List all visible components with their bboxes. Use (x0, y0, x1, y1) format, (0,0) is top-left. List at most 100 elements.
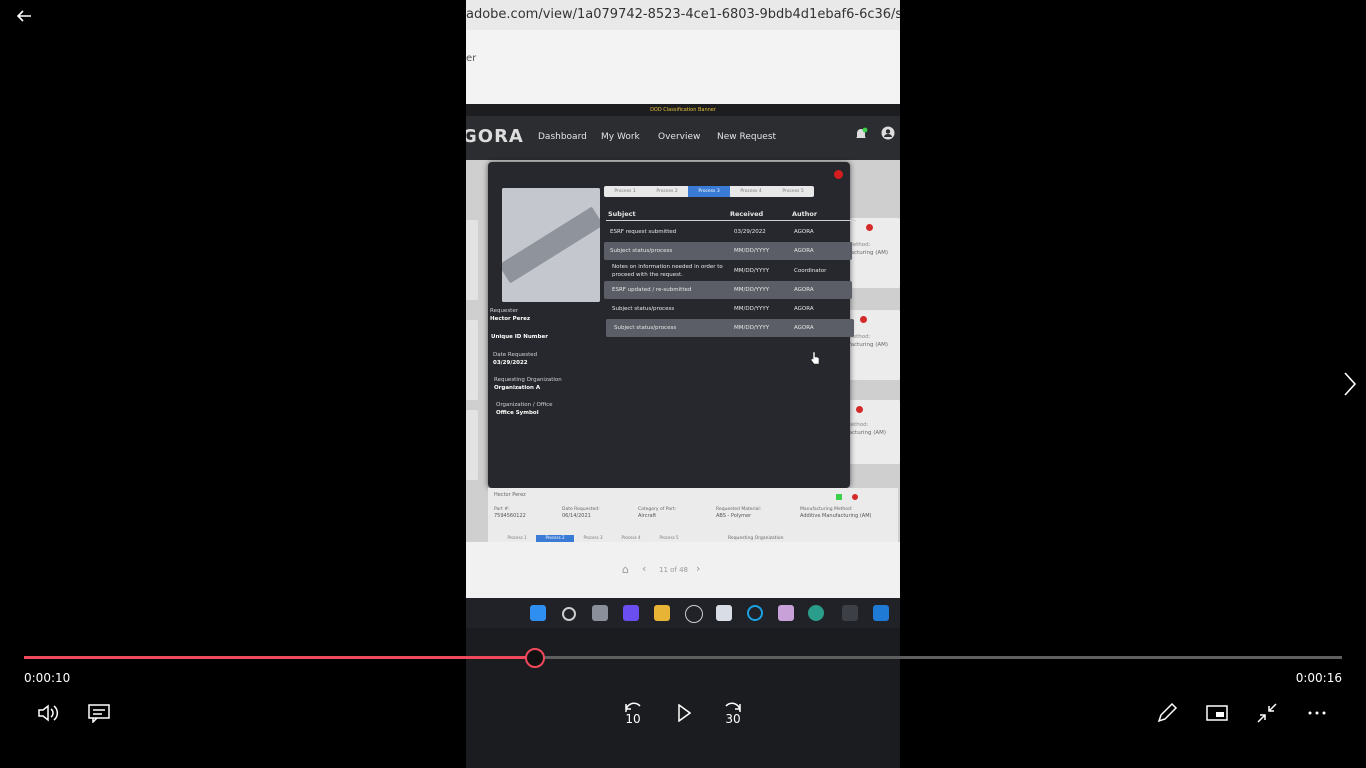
nav-overview[interactable]: Overview (658, 132, 700, 142)
card-field-value: Additive Manufacturing (AM) (800, 513, 872, 519)
status-icon (836, 494, 842, 500)
chat-icon[interactable] (623, 605, 639, 621)
tab-process-5[interactable]: Process 5 (772, 186, 814, 197)
side-card-left (466, 220, 478, 300)
card-field-label: Manufacturing Method: (800, 507, 853, 512)
row-subject: ESRF updated / re-submitted (612, 287, 692, 293)
page-header-area: er (466, 30, 900, 104)
meta-label: Organization / Office (496, 402, 553, 408)
app-nav-bar: GORA Dashboard My Work Overview New Requ… (466, 116, 900, 160)
table-row[interactable]: ESRF request submitted 03/29/2022 AGORA (604, 223, 852, 241)
card-requester: Hector Perez (494, 492, 526, 498)
meta-value: Hector Perez (490, 316, 531, 322)
rewind-label: 10 (625, 712, 641, 726)
side-card-left (466, 320, 478, 400)
header-received: Received (730, 210, 764, 218)
play-icon (678, 704, 691, 722)
tab-process-4[interactable]: Process 4 (730, 186, 772, 197)
next-page-icon[interactable]: › (696, 562, 700, 575)
row-author: AGORA (794, 325, 814, 331)
card-field-label: Requested Material: (716, 507, 762, 512)
pen-button[interactable] (1154, 700, 1180, 726)
edge-icon[interactable] (808, 605, 824, 621)
card-field-label: Category of Part: (638, 507, 677, 512)
side-card: Method: Facturing (AM) (842, 400, 900, 464)
forward-button[interactable]: 30 (720, 698, 746, 728)
card-tab[interactable]: Process 5 (650, 535, 688, 542)
table-row[interactable]: Notes on information needed in order to … (604, 261, 852, 281)
forward-label: 30 (725, 712, 741, 726)
app-icon[interactable] (778, 605, 794, 621)
delete-icon[interactable] (866, 224, 873, 231)
meta-label: Requesting Organization (494, 377, 562, 383)
tab-process-2[interactable]: Process 2 (646, 186, 688, 197)
play-button[interactable] (672, 700, 696, 726)
table-row[interactable]: Subject status/process MM/DD/YYYY AGORA (606, 319, 854, 337)
tab-process-1[interactable]: Process 1 (604, 186, 646, 197)
card-field-value: Aircraft (638, 513, 657, 519)
row-subject: Subject status/process (614, 325, 677, 331)
row-received: MM/DD/YYYY (734, 268, 770, 274)
store-icon[interactable] (716, 605, 732, 621)
search-icon[interactable] (562, 607, 576, 621)
captions-button[interactable] (86, 700, 112, 726)
nav-new-request[interactable]: New Request (717, 132, 776, 142)
chevron-right-icon (1344, 372, 1357, 396)
row-author: AGORA (794, 306, 814, 312)
card-field-value: 06/14/2021 (562, 513, 591, 519)
table-row[interactable]: ESRF updated / re-submitted MM/DD/YYYY A… (604, 281, 852, 299)
rewind-button[interactable]: 10 (620, 698, 646, 728)
card-tab[interactable]: Process 3 (574, 535, 612, 542)
bell-icon[interactable] (854, 126, 868, 140)
process-tabs: Process 1 Process 2 Process 3 Process 4 … (604, 186, 814, 197)
task-view-icon[interactable] (592, 605, 608, 621)
meta-label: Requester (490, 308, 518, 314)
next-video-button[interactable] (1338, 368, 1362, 400)
delete-icon[interactable] (852, 494, 858, 500)
browser-url-bar: adobe.com/view/1a079742-8523-4ce1-6803-9… (466, 0, 900, 30)
home-icon[interactable]: ⌂ (622, 563, 629, 576)
url-text: adobe.com/view/1a079742-8523-4ce1-6803-9… (466, 7, 900, 22)
card-tab[interactable]: Process 1 (498, 535, 536, 542)
row-subject: Notes on information needed in order to … (612, 264, 723, 278)
alexa-icon[interactable] (747, 605, 763, 621)
terminal-icon[interactable] (842, 605, 858, 621)
file-explorer-icon[interactable] (654, 605, 670, 621)
row-subject: Subject status/process (612, 306, 675, 312)
volume-button[interactable] (36, 700, 62, 726)
table-row[interactable]: Subject status/process MM/DD/YYYY AGORA (604, 242, 852, 260)
card-tab[interactable]: Process 2 (536, 535, 574, 542)
row-received: MM/DD/YYYY (734, 287, 770, 293)
user-avatar-icon[interactable] (881, 125, 895, 140)
nav-dashboard[interactable]: Dashboard (538, 132, 587, 142)
row-received: MM/DD/YYYY (734, 306, 770, 312)
meta-label: Date Requested (493, 352, 538, 358)
close-modal-button[interactable] (834, 170, 843, 179)
nav-my-work[interactable]: My Work (601, 132, 640, 142)
back-button[interactable] (12, 4, 36, 28)
page-fragment-text: er (466, 53, 477, 64)
dell-icon[interactable] (685, 605, 703, 623)
card-field-label: Part #: (494, 507, 510, 512)
exit-fullscreen-icon (1257, 703, 1277, 723)
more-button[interactable] (1304, 700, 1330, 726)
brand-logo: GORA (466, 126, 524, 147)
seek-thumb[interactable] (525, 648, 545, 668)
pen-icon (1157, 702, 1178, 723)
row-author: AGORA (794, 287, 814, 293)
current-time: 0:00:10 (24, 671, 71, 685)
delete-icon[interactable] (860, 316, 867, 323)
table-row[interactable]: Subject status/process MM/DD/YYYY AGORA (604, 300, 852, 318)
card-org-label: Requesting Organization (728, 536, 784, 541)
exit-fullscreen-button[interactable] (1254, 700, 1280, 726)
windows-taskbar (466, 598, 900, 628)
prev-page-icon[interactable]: ‹ (642, 562, 646, 575)
pagination: ⌂ ‹ 11 of 48 › (466, 542, 900, 598)
mini-view-button[interactable] (1204, 700, 1230, 726)
vscode-icon[interactable] (873, 605, 889, 621)
delete-icon[interactable] (856, 406, 863, 413)
tab-process-3[interactable]: Process 3 (688, 186, 730, 197)
part-thumbnail (502, 188, 600, 302)
windows-start-icon[interactable] (530, 605, 546, 621)
card-tab[interactable]: Process 4 (612, 535, 650, 542)
